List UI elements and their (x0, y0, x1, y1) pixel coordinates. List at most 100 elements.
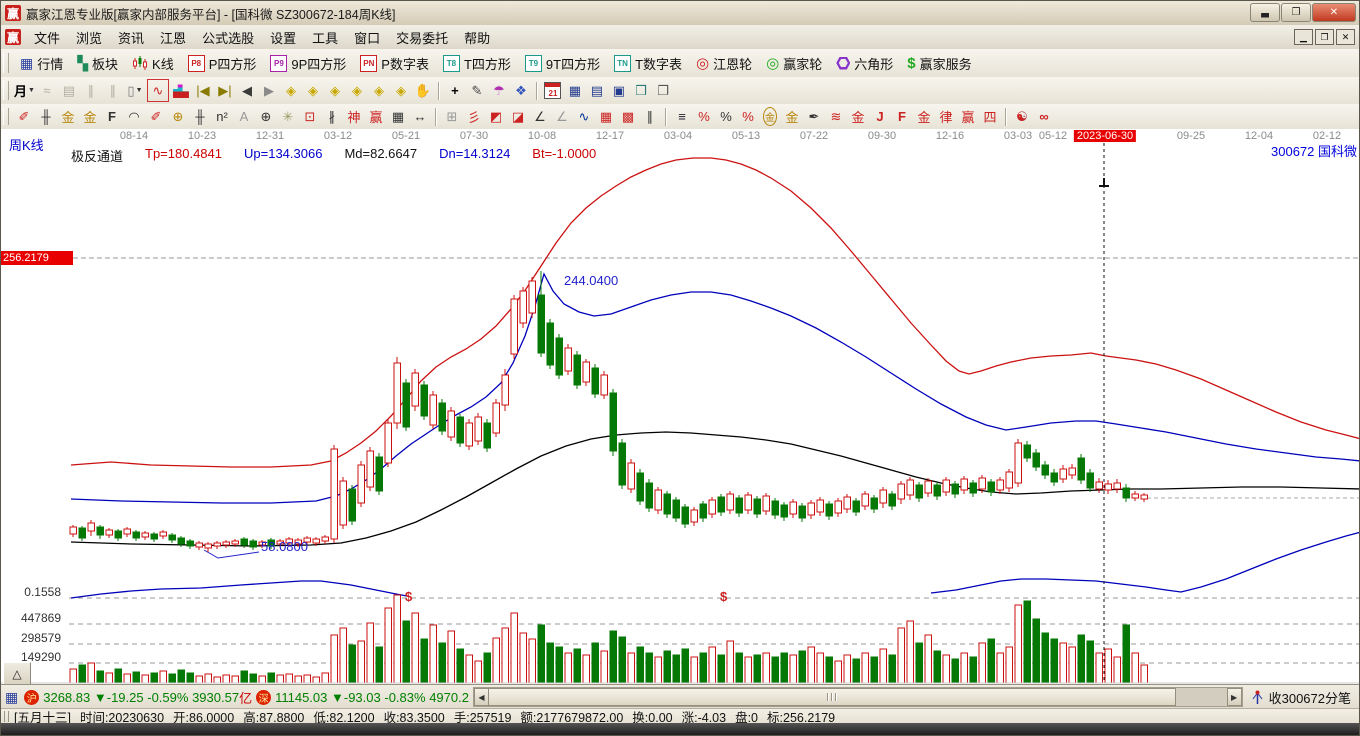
winner-wheel-button[interactable]: ◎ 赢家轮 (759, 51, 829, 75)
money-tools-icon[interactable]: ❒ (631, 80, 651, 101)
menu-文件[interactable]: 文件 (26, 28, 68, 47)
calculator-icon[interactable]: ▦ (565, 80, 585, 101)
save-icon[interactable]: ▣ (609, 80, 629, 101)
candle-style-dropdown[interactable]: ▯ ▼ (125, 80, 145, 101)
restore-button[interactable]: ❐ (1281, 3, 1311, 22)
grid-lines-icon[interactable]: ╫ (36, 106, 56, 127)
p-number-button[interactable]: PN P数字表 (353, 51, 436, 75)
menu-资讯[interactable]: 资讯 (110, 28, 152, 47)
doc-disabled-icon[interactable]: ▤ (59, 80, 79, 101)
percent-icon[interactable]: % (716, 106, 736, 127)
child-restore-button[interactable]: ❐ (1315, 29, 1334, 45)
grid-red2-icon[interactable]: ▩ (618, 106, 638, 127)
t-square-button[interactable]: T8 T四方形 (436, 51, 518, 75)
tick-data-label[interactable]: 收300672分笔 (1269, 688, 1351, 707)
hand-icon[interactable]: ✋ (413, 80, 433, 101)
parallel-icon[interactable]: ∥ (640, 106, 660, 127)
last-k-icon[interactable]: ▶| (215, 80, 235, 101)
pen-red-icon[interactable]: ✐ (14, 106, 34, 127)
gold-angle-icon[interactable]: 金 (914, 106, 934, 127)
menu-工具[interactable]: 工具 (304, 28, 346, 47)
diag-box-icon[interactable]: ◪ (508, 106, 528, 127)
crosshair-icon[interactable]: + (445, 80, 465, 101)
gold-lines-icon[interactable]: 金 (782, 106, 802, 127)
angle-tool2-icon[interactable]: ∠ (552, 106, 572, 127)
menu-帮助[interactable]: 帮助 (456, 28, 498, 47)
pen2-red-icon[interactable]: ✐ (146, 106, 166, 127)
purple-tool-icon[interactable]: ☂ (489, 80, 509, 101)
h-span-icon[interactable]: ↔ (410, 106, 430, 127)
k-lines-icon[interactable]: ∦ (322, 106, 342, 127)
calendar-icon[interactable]: 21 (543, 80, 563, 101)
gold-ratio-icon[interactable]: 金 (58, 106, 78, 127)
notebook-icon[interactable]: ▤ (587, 80, 607, 101)
fibonacci-f-icon[interactable]: F (102, 106, 122, 127)
lv-angle-icon[interactable]: 律 (936, 106, 956, 127)
target-square-icon[interactable]: ⊡ (300, 106, 320, 127)
wave-band-icon[interactable]: ≋ (826, 106, 846, 127)
gann-wheel-button[interactable]: ◎ 江恩轮 (689, 51, 759, 75)
toolbar-grip[interactable] (3, 107, 9, 126)
child-close-button[interactable]: ✕ (1336, 29, 1355, 45)
gold-circle-icon[interactable]: 金 (760, 106, 780, 127)
minimize-button[interactable]: ▃ (1250, 3, 1280, 22)
diamond-expand-icon[interactable]: ◈ (369, 80, 389, 101)
star-web-icon[interactable]: ✳ (278, 106, 298, 127)
menu-浏览[interactable]: 浏览 (68, 28, 110, 47)
wave-tool-icon[interactable]: ∿ (574, 106, 594, 127)
quote-button[interactable]: ▦ 行情 (13, 51, 70, 75)
j-angle-icon[interactable]: J (870, 106, 890, 127)
arc-tool-icon[interactable]: ◠ (124, 106, 144, 127)
gann-fan-icon[interactable]: 彡 (464, 106, 484, 127)
first-k-icon[interactable]: |◀ (193, 80, 213, 101)
pointer-note-icon[interactable]: ✎ (467, 80, 487, 101)
red-tool-icon[interactable]: ∿ (146, 79, 169, 102)
menu-公式选股[interactable]: 公式选股 (194, 28, 262, 47)
fan-box-icon[interactable]: ◩ (486, 106, 506, 127)
menu-江恩[interactable]: 江恩 (152, 28, 194, 47)
hexagon-button[interactable]: 六角形 (829, 51, 900, 75)
menu-设置[interactable]: 设置 (262, 28, 304, 47)
taichi-icon[interactable]: ☯ (1012, 106, 1032, 127)
winner-service-button[interactable]: $ 赢家服务 (900, 51, 978, 75)
si-angle-icon[interactable]: 四 (980, 106, 1000, 127)
hash-icon[interactable]: ╫ (190, 106, 210, 127)
export-icon[interactable]: ❐ (653, 80, 673, 101)
gold-band-icon[interactable]: 金 (848, 106, 868, 127)
angle-tool-icon[interactable]: ∠ (530, 106, 550, 127)
scrollbar-thumb[interactable] (487, 688, 1176, 706)
next-k-icon[interactable]: ▶ (259, 80, 279, 101)
f-angle-icon[interactable]: F (892, 106, 912, 127)
toolbar-grip[interactable] (3, 53, 9, 73)
kline-button[interactable]: K线 (125, 51, 181, 75)
period-month-dropdown[interactable]: 月 ▼ (14, 80, 35, 101)
frame-tool-icon[interactable]: ⊞ (442, 106, 462, 127)
ying-tool-icon[interactable]: 赢 (366, 106, 386, 127)
cards-tool-icon[interactable]: ❖ (511, 80, 531, 101)
brush-k-icon[interactable]: ✒ (804, 106, 824, 127)
gann-circle-icon[interactable]: ⊕ (168, 106, 188, 127)
diamond-expand-full-icon[interactable]: ◈ (391, 80, 411, 101)
angle-a-icon[interactable]: A (234, 106, 254, 127)
kline-chart[interactable]: 周K线 极反通道 Tp=180.4841 Up=134.3066 Md=82.6647… (1, 129, 1359, 686)
percent-lines-icon[interactable]: % (738, 106, 758, 127)
quote-grid-icon[interactable]: ▦ (5, 690, 18, 704)
color-chart-icon[interactable] (171, 80, 191, 101)
diamond-compress-both-icon[interactable]: ◈ (347, 80, 367, 101)
p-square-button[interactable]: P8 P四方形 (181, 51, 264, 75)
prev-k-icon[interactable]: ◀ (237, 80, 257, 101)
scroll-right-icon[interactable]: ▶ (1226, 688, 1242, 706)
gold-ratio2-icon[interactable]: 金 (80, 106, 100, 127)
bars9-disabled-icon[interactable]: ∥ (103, 80, 123, 101)
ying-angle-icon[interactable]: 赢 (958, 106, 978, 127)
measure-icon[interactable]: ≡ (672, 106, 692, 127)
horizontal-scrollbar[interactable]: ◀ ▶ (472, 687, 1243, 707)
menu-窗口[interactable]: 窗口 (346, 28, 388, 47)
p9-square-button[interactable]: P9 9P四方形 (263, 51, 353, 75)
diamond-h-expand-icon[interactable]: ◈ (325, 80, 345, 101)
scroll-left-icon[interactable]: ◀ (473, 688, 489, 706)
diamond-compress-left-icon[interactable]: ◈ (281, 80, 301, 101)
bars3-disabled-icon[interactable]: ∥ (81, 80, 101, 101)
t9-square-button[interactable]: T9 9T四方形 (518, 51, 607, 75)
menu-交易委托[interactable]: 交易委托 (388, 28, 456, 47)
